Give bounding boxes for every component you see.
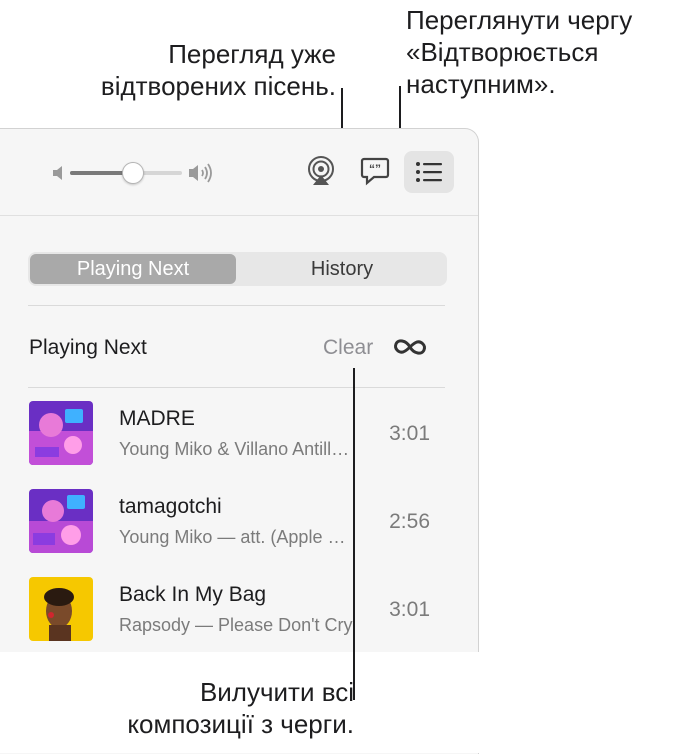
section-heading: Playing Next — [29, 336, 147, 359]
song-duration: 2:56 — [389, 510, 430, 533]
infinity-icon[interactable] — [390, 335, 430, 359]
volume-slider-knob[interactable] — [121, 162, 144, 184]
callout-view-queue: Переглянути чергу «Відтворюється наступн… — [406, 4, 632, 100]
toolbar: “” — [0, 129, 478, 216]
tab-history[interactable]: History — [238, 252, 446, 286]
callout-line: наступним». — [406, 69, 556, 99]
svg-text:“”: “” — [369, 162, 381, 176]
list-item[interactable]: MADRE Young Miko & Villano Antillano 3:0… — [0, 389, 478, 477]
song-title: tamagotchi — [119, 495, 222, 518]
song-duration: 3:01 — [389, 422, 430, 445]
lyrics-icon[interactable]: “” — [360, 156, 390, 186]
callout-line: композиції з черги. — [127, 709, 354, 739]
callout-line: Перегляд уже — [168, 39, 336, 69]
album-art — [29, 401, 93, 465]
volume-low-icon — [53, 166, 62, 180]
callout-line: відтворених пісень. — [100, 71, 336, 101]
queue-history-tabs: Playing Next History — [28, 252, 447, 286]
song-subtitle: Young Miko & Villano Antillano — [119, 439, 355, 459]
queue-button[interactable] — [404, 151, 454, 193]
callout-line: Вилучити всі — [199, 677, 354, 707]
album-art — [29, 577, 93, 641]
song-title: MADRE — [119, 407, 195, 430]
clear-button[interactable]: Clear — [323, 336, 373, 360]
callout-clear-queue: Вилучити всі композиції з черги. — [40, 676, 354, 740]
volume-high-icon — [189, 163, 212, 183]
callout-line: «Відтворюється — [406, 37, 599, 67]
airplay-icon[interactable] — [305, 155, 337, 187]
song-title: Back In My Bag — [119, 583, 267, 606]
song-duration: 3:01 — [389, 598, 430, 621]
callout-clear-leader — [353, 368, 355, 700]
queue-list-icon — [416, 162, 442, 182]
callout-line: Переглянути чергу — [406, 5, 633, 35]
album-art — [29, 489, 93, 553]
song-subtitle: Young Miko — att. (Apple Music Edition) — [119, 527, 355, 547]
divider — [28, 305, 445, 306]
tab-playing-next[interactable]: Playing Next — [30, 254, 236, 284]
divider — [28, 387, 445, 388]
volume-slider[interactable] — [70, 162, 182, 184]
callout-view-history: Перегляд уже відтворених пісень. — [30, 38, 336, 102]
list-item[interactable]: Back In My Bag Rapsody — Please Don't Cr… — [0, 565, 478, 653]
song-subtitle: Rapsody — Please Don't Cry — [119, 615, 353, 635]
list-item[interactable]: tamagotchi Young Miko — att. (Apple Musi… — [0, 477, 478, 565]
